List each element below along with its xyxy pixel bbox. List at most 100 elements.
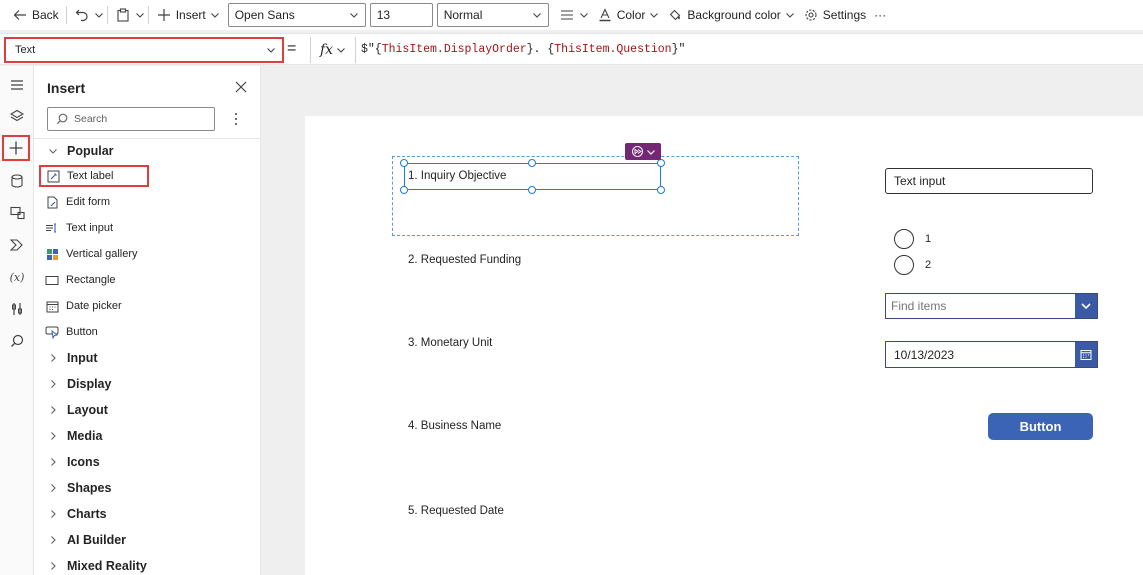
- chevron-down-icon: [210, 10, 220, 20]
- resize-handle[interactable]: [400, 186, 408, 194]
- layers-icon[interactable]: [4, 103, 30, 129]
- resize-handle[interactable]: [400, 159, 408, 167]
- more-options-icon[interactable]: [230, 111, 242, 127]
- gallery-context-button[interactable]: [625, 143, 661, 160]
- item-label: Text input: [66, 222, 114, 234]
- category-layout[interactable]: Layout: [48, 399, 108, 421]
- property-value: Text: [15, 44, 36, 56]
- insert-item-date-picker[interactable]: Date picker: [40, 295, 148, 317]
- combo-box[interactable]: Find items: [885, 293, 1098, 319]
- rectangle-icon: [45, 273, 59, 287]
- chevron-down-icon: [785, 10, 795, 20]
- item-label: Edit form: [66, 196, 111, 208]
- category-input[interactable]: Input: [48, 347, 98, 369]
- paste-button[interactable]: [111, 3, 135, 27]
- clipboard-icon: [115, 7, 131, 23]
- category-mixed-reality[interactable]: Mixed Reality: [48, 555, 147, 575]
- fx-label: fx: [319, 42, 334, 58]
- calendar-button[interactable]: [1075, 342, 1097, 367]
- insert-item-button[interactable]: Button: [40, 321, 148, 343]
- category-display[interactable]: Display: [48, 373, 111, 395]
- formula-token-question: ThisItem.Question: [554, 43, 672, 56]
- category-label: Input: [67, 351, 98, 365]
- chevron-right-icon: [48, 405, 58, 415]
- chevron-down-icon: [649, 10, 659, 20]
- toolbar-divider: [65, 6, 67, 24]
- color-label: Color: [616, 8, 646, 22]
- font-color-icon: [597, 7, 613, 23]
- chevron-right-icon: [48, 561, 58, 571]
- item-label: Date picker: [66, 300, 122, 312]
- canvas-text-input[interactable]: Text input: [885, 168, 1093, 194]
- category-shapes[interactable]: Shapes: [48, 477, 111, 499]
- back-button[interactable]: Back: [8, 3, 63, 27]
- calendar-icon: [1080, 349, 1092, 361]
- insert-item-text-input[interactable]: Text input: [40, 217, 148, 239]
- item-label: Text label: [67, 170, 114, 182]
- category-popular[interactable]: Popular: [48, 140, 114, 162]
- more-options-button[interactable]: ···: [870, 3, 890, 27]
- function-button[interactable]: fx: [310, 37, 356, 63]
- variables-icon[interactable]: (x): [4, 264, 30, 290]
- radio-circle[interactable]: [894, 229, 914, 249]
- insert-button[interactable]: Insert: [152, 3, 224, 27]
- chevron-right-icon: [48, 457, 58, 467]
- font-weight-select[interactable]: Normal: [436, 3, 549, 27]
- resize-handle[interactable]: [528, 186, 536, 194]
- plus-icon[interactable]: [2, 135, 30, 161]
- radio-option[interactable]: 2: [894, 255, 931, 275]
- gallery-edit-icon: [631, 145, 644, 158]
- question-label[interactable]: 5. Requested Date: [408, 505, 504, 517]
- date-picker[interactable]: 10/13/2023: [885, 341, 1098, 368]
- font-family-select[interactable]: Open Sans: [227, 3, 366, 27]
- question-label[interactable]: 4. Business Name: [408, 420, 501, 432]
- resize-handle[interactable]: [657, 159, 665, 167]
- edit-form-icon: [45, 195, 59, 209]
- text-align-button[interactable]: [555, 3, 593, 27]
- category-label: Charts: [67, 507, 107, 521]
- category-media[interactable]: Media: [48, 425, 102, 447]
- paint-bucket-icon: [667, 7, 683, 23]
- radio-option[interactable]: 1: [894, 229, 931, 249]
- media-icon[interactable]: [4, 200, 30, 226]
- category-label: Display: [67, 377, 112, 391]
- category-ai-builder[interactable]: AI Builder: [48, 529, 126, 551]
- gallery-icon: [45, 247, 59, 261]
- paste-chevron-down-icon[interactable]: [135, 10, 145, 20]
- formula-input[interactable]: $"{ThisItem.DisplayOrder}. {ThisItem.Que…: [361, 43, 685, 56]
- canvas-button[interactable]: Button: [988, 413, 1093, 440]
- calendar-icon: [45, 299, 59, 313]
- property-select[interactable]: Text: [4, 37, 284, 63]
- insert-item-rectangle[interactable]: Rectangle: [40, 269, 148, 291]
- category-charts[interactable]: Charts: [48, 503, 107, 525]
- undo-chevron-down-icon[interactable]: [94, 10, 104, 20]
- text-input-value: Text input: [894, 174, 946, 188]
- resize-handle[interactable]: [528, 159, 536, 167]
- insert-item-edit-form[interactable]: Edit form: [40, 191, 148, 213]
- settings-button[interactable]: Settings: [799, 3, 870, 27]
- search-input[interactable]: [74, 113, 194, 125]
- hamburger-icon[interactable]: [4, 72, 30, 98]
- combo-dropdown-button[interactable]: [1075, 294, 1097, 318]
- category-icons[interactable]: Icons: [48, 451, 100, 473]
- formula-token-display-order: ThisItem.DisplayOrder: [381, 43, 527, 56]
- resize-handle[interactable]: [657, 186, 665, 194]
- search-icon[interactable]: [4, 328, 30, 354]
- question-label[interactable]: 3. Monetary Unit: [408, 337, 492, 349]
- formula-prefix: $"{: [361, 43, 382, 56]
- close-icon[interactable]: [234, 80, 248, 94]
- settings-label: Settings: [822, 8, 867, 22]
- power-automate-icon[interactable]: [4, 232, 30, 258]
- font-size-input[interactable]: 13: [369, 3, 433, 27]
- question-label[interactable]: 2. Requested Funding: [408, 254, 521, 266]
- question-label[interactable]: 1. Inquiry Objective: [408, 170, 506, 182]
- radio-circle[interactable]: [894, 255, 914, 275]
- insert-item-text-label[interactable]: Text label: [39, 165, 149, 187]
- color-button[interactable]: Color: [593, 3, 664, 27]
- data-icon[interactable]: [4, 168, 30, 194]
- chevron-right-icon: [48, 353, 58, 363]
- tools-icon[interactable]: [4, 296, 30, 322]
- background-color-button[interactable]: Background color: [663, 3, 798, 27]
- insert-item-vertical-gallery[interactable]: Vertical gallery: [40, 243, 148, 265]
- undo-button[interactable]: [70, 3, 94, 27]
